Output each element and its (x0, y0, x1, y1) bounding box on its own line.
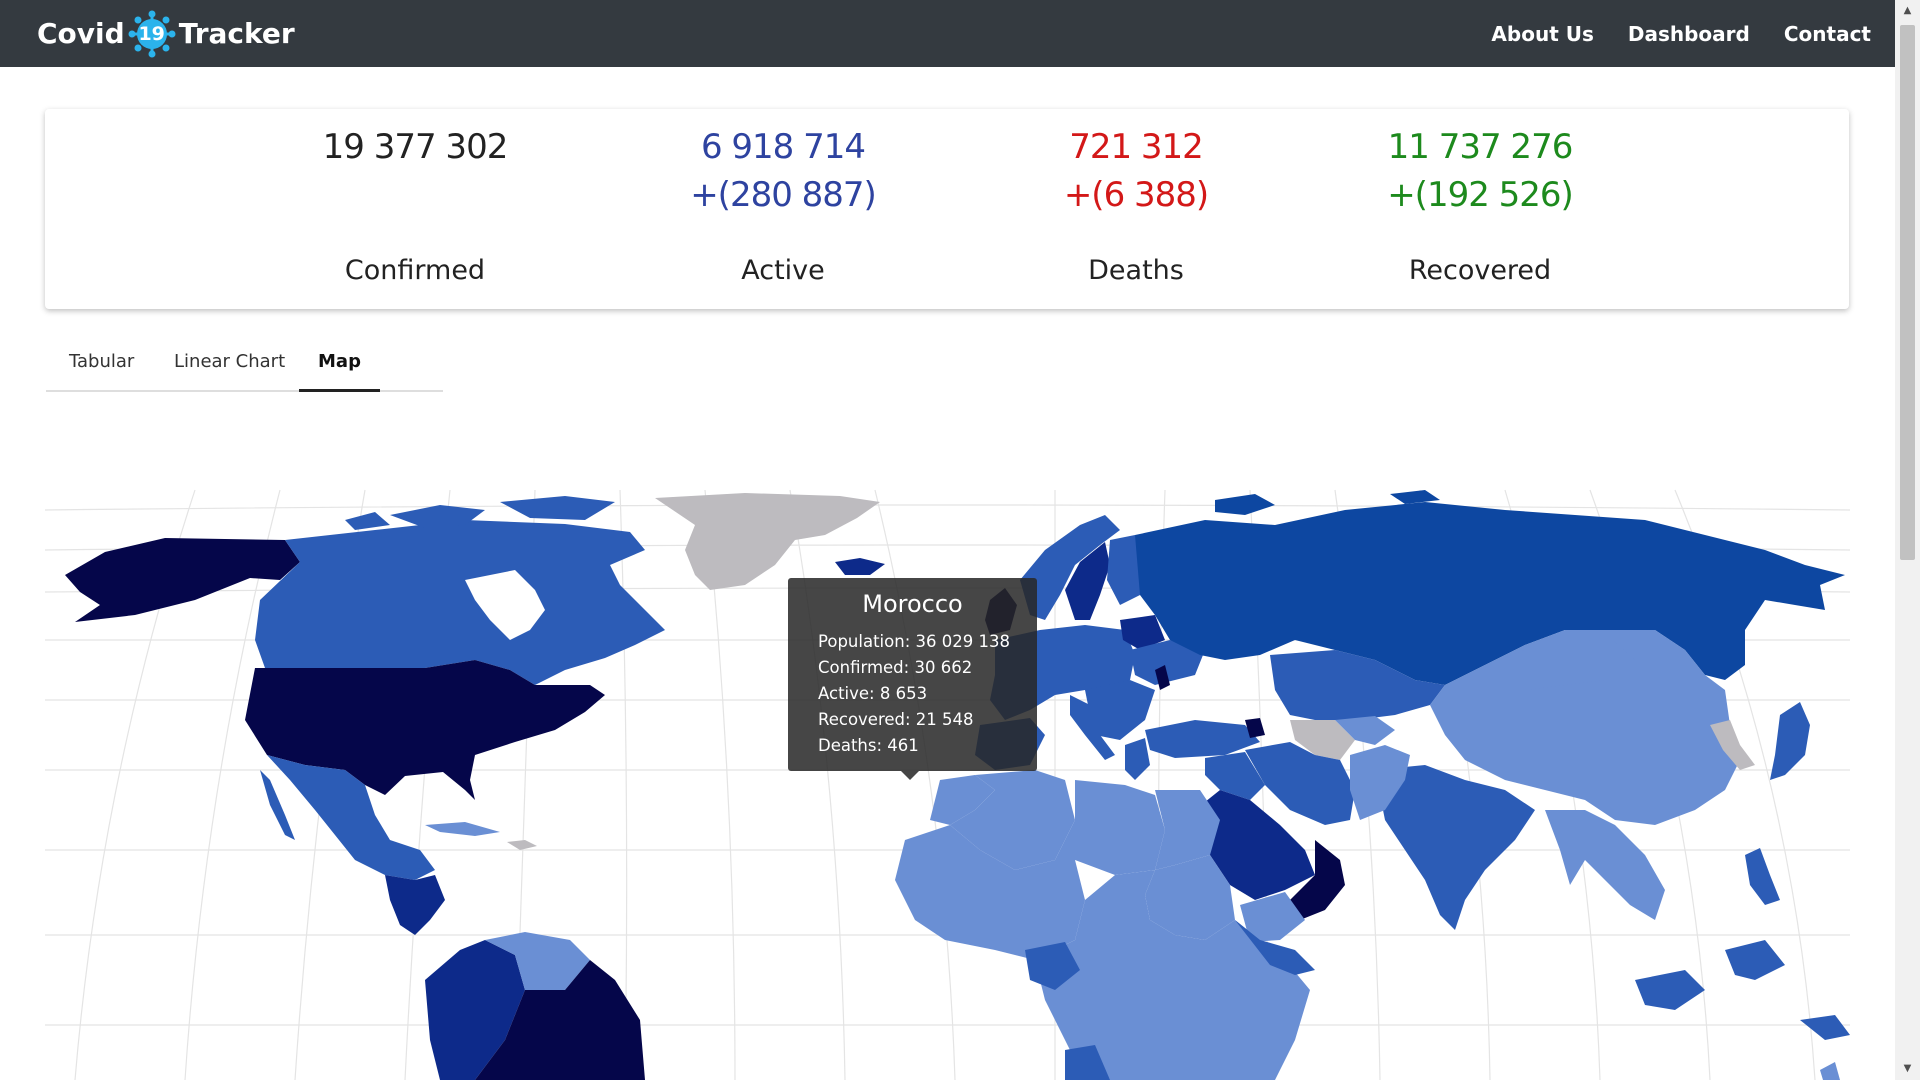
active-delta: +(280 887) (690, 175, 877, 215)
tooltip-deaths: Deaths: 461 (818, 736, 919, 755)
country-mexico-baja[interactable] (260, 770, 295, 840)
choropleth-svg (45, 489, 1850, 1080)
tooltip-active: Active: 8 653 (818, 684, 928, 703)
country-cuba[interactable] (425, 822, 500, 836)
map-tooltip: Morocco Population: 36 029 138 Confirmed… (788, 578, 1037, 780)
country-philippines[interactable] (1745, 848, 1780, 905)
country-canada[interactable] (255, 520, 665, 685)
tab-linear-chart[interactable]: Linear Chart (174, 340, 285, 390)
nav-about-us[interactable]: About Us (1491, 22, 1593, 46)
recovered-delta: +(192 526) (1387, 175, 1574, 215)
recovered-label: Recovered (1408, 255, 1552, 286)
tooltip-population: Population: 36 029 138 (818, 632, 1010, 651)
recovered-total: 11 737 276 (1387, 127, 1574, 167)
scrollbar-thumb[interactable] (1900, 25, 1915, 560)
country-greenland[interactable] (655, 493, 880, 590)
nav-links: About Us Dashboard Contact (1491, 0, 1871, 67)
confirmed-total: 19 377 302 (322, 127, 509, 167)
brand-badge-number: 19 (138, 22, 165, 45)
deaths-delta: +(6 388) (1063, 175, 1209, 215)
country-central-america[interactable] (385, 875, 445, 935)
tooltip-country: Morocco (862, 590, 963, 618)
brand-logo[interactable]: Covid 19 Tracker (37, 0, 295, 67)
country-papua[interactable] (1800, 1015, 1850, 1040)
country-hispaniola[interactable] (507, 840, 537, 850)
brand-word-covid: Covid (37, 17, 125, 50)
page-scrollbar[interactable]: ▲ ▼ (1895, 0, 1920, 1080)
active-total: 6 918 714 (700, 127, 866, 167)
tab-map[interactable]: Map (299, 340, 380, 392)
tooltip-pointer (901, 771, 919, 780)
brand-word-tracker: Tracker (178, 17, 295, 50)
view-tabs: Tabular Linear Chart Map (46, 340, 443, 392)
deaths-total: 721 312 (1069, 127, 1204, 167)
active-label: Active (741, 255, 825, 286)
navbar: Covid 19 Tracker About Us Dashboard Cont… (0, 0, 1895, 67)
tab-tabular[interactable]: Tabular (69, 340, 134, 390)
confirmed-label: Confirmed (344, 255, 486, 286)
scroll-up-arrow-icon[interactable]: ▲ (1895, 2, 1920, 20)
country-indonesia[interactable] (1635, 940, 1785, 1010)
tooltip-recovered: Recovered: 21 548 (818, 710, 974, 729)
country-turkey[interactable] (1145, 720, 1260, 758)
country-greece[interactable] (1125, 738, 1150, 780)
deaths-label: Deaths (1088, 255, 1184, 286)
stats-card: 19 377 302 Confirmed 6 918 714 +(280 887… (45, 109, 1849, 309)
country-russia[interactable] (1135, 502, 1845, 685)
scroll-down-arrow-icon[interactable]: ▼ (1895, 1060, 1920, 1078)
world-map (45, 480, 1850, 1080)
tooltip-confirmed: Confirmed: 30 662 (818, 658, 973, 677)
virus-icon: 19 (127, 9, 177, 59)
country-new-zealand-islands[interactable] (1820, 1062, 1840, 1080)
country-japan[interactable] (1770, 702, 1810, 780)
country-iceland[interactable] (835, 558, 885, 575)
nav-dashboard[interactable]: Dashboard (1628, 22, 1750, 46)
nav-contact[interactable]: Contact (1784, 22, 1871, 46)
country-southeast-asia[interactable] (1545, 810, 1665, 920)
country-india[interactable] (1375, 765, 1535, 930)
